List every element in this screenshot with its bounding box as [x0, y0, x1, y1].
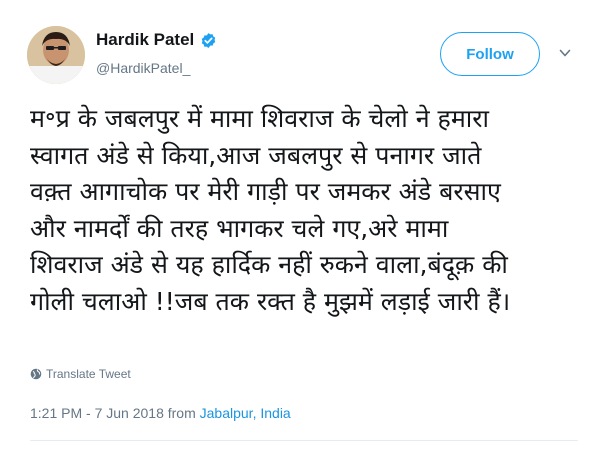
tweet-text-line: म॰प्र के जबलपुर में मामा शिवराज के चेलो … — [30, 104, 489, 133]
tweet-text-line: वक़्त आगाचोक पर मेरी गाड़ी पर जमकर अंडे … — [30, 177, 501, 206]
follow-button[interactable]: Follow — [440, 32, 540, 76]
avatar[interactable] — [27, 26, 85, 84]
verified-badge-icon — [200, 32, 217, 49]
author-handle[interactable]: @HardikPatel_ — [96, 60, 190, 76]
translate-tweet-label: Translate Tweet — [46, 367, 131, 381]
author-name-row: Hardik Patel — [96, 30, 217, 50]
tweet-text-line: गोली चलाओ !!जब तक रक्त है मुझमें लड़ाई ज… — [30, 286, 511, 316]
tweet-text-line: शिवराज अंडे से यह हार्दिक नहीं रुकने वाल… — [30, 250, 508, 279]
author-name[interactable]: Hardik Patel — [96, 30, 194, 50]
location-link[interactable]: Jabalpur, India — [200, 405, 291, 421]
tweet-text: म॰प्र के जबलपुर में मामा शिवराज के चेलो … — [30, 101, 590, 320]
tweet-timestamp: 1:21 PM - 7 Jun 2018 from Jabalpur, Indi… — [30, 405, 291, 421]
avatar-image — [27, 26, 85, 84]
tweet-text-line: स्वागत अंडे से किया,आज जबलपुर से पनागर ज… — [30, 140, 482, 170]
timestamp-text[interactable]: 1:21 PM - 7 Jun 2018 from — [30, 405, 200, 421]
divider — [30, 440, 578, 441]
tweet-text-line: और नामर्दों की तरह भागकर चले गए,अरे मामा — [30, 213, 449, 243]
translate-tweet-link[interactable]: Translate Tweet — [30, 367, 131, 381]
tweet-card: Hardik Patel @HardikPatel_ Follow म॰प्र … — [0, 0, 600, 450]
chevron-down-icon[interactable] — [558, 46, 572, 60]
globe-icon — [30, 368, 42, 380]
